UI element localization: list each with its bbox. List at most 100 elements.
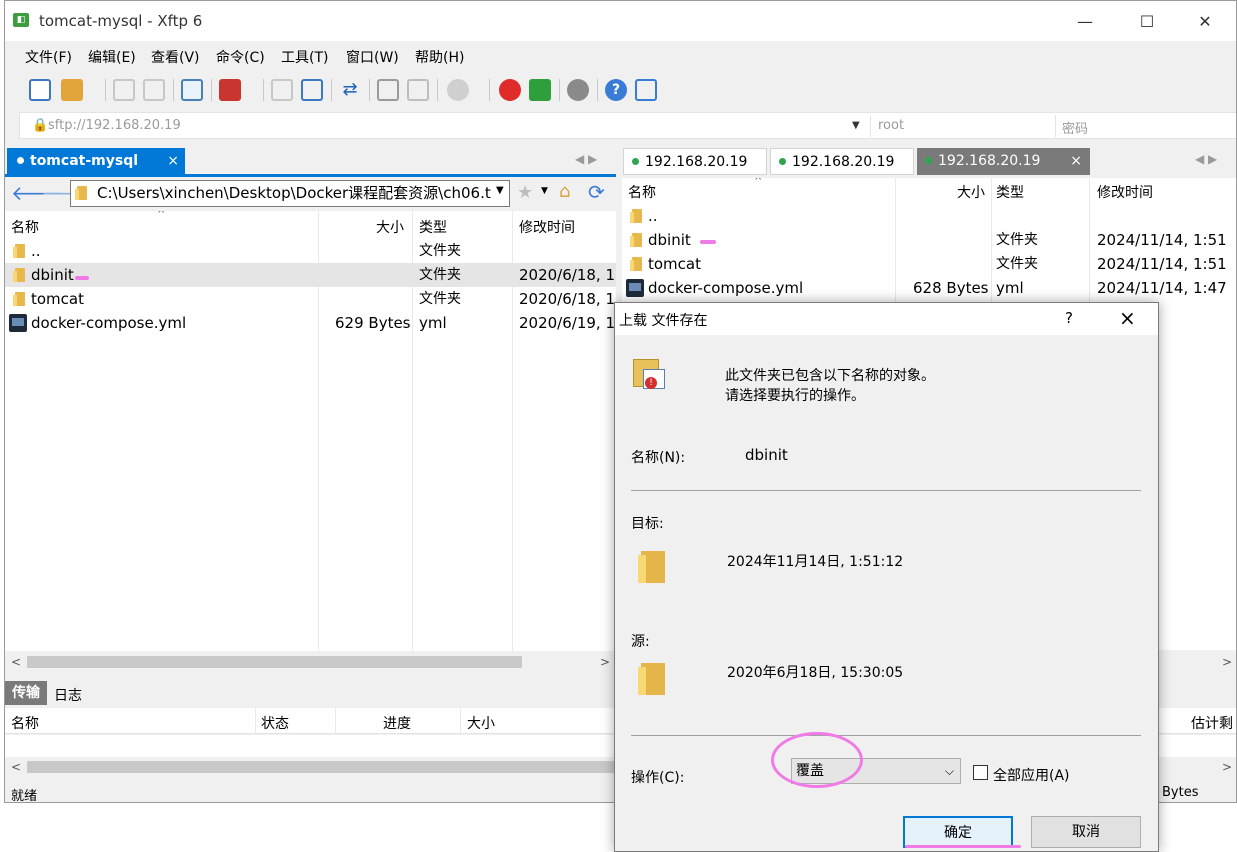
tab-remote-2[interactable]: 192.168.20.19 [770,148,914,175]
divider [631,735,1141,736]
file-type: 文件夹 [419,243,461,259]
scroll-right-icon[interactable]: > [1222,655,1232,669]
col-mtime-header[interactable]: 修改时间 [1097,182,1153,202]
menu-view[interactable]: 查看(V) [151,47,200,67]
xftp-icon[interactable] [529,79,551,101]
table-row[interactable]: dbinit 文件夹 2024/11/14, 1:51 [622,228,1236,252]
cancel-button[interactable]: 取消 [1031,816,1141,848]
tab-transfer[interactable]: 传输 [5,681,47,705]
scroll-left-icon[interactable]: < [11,655,21,669]
tab-scroll-icon[interactable]: ◀ ▶ [1195,152,1217,166]
table-row[interactable]: docker-compose.yml 629 Bytes yml 2020/6/… [5,311,616,335]
host-input[interactable]: sftp://192.168.20.19 [48,118,181,133]
local-path-input[interactable]: C:\Users\xinchen\Desktop\Docker课程配套资源\ch… [70,180,510,207]
tab-remote-3[interactable]: 192.168.20.19 × [917,148,1090,175]
source-folder-icon [638,663,665,695]
download-icon[interactable] [271,79,293,101]
table-row[interactable]: dbinit 文件夹 2020/6/18, 15 [5,263,616,287]
annotation-circle [771,732,863,788]
paste-icon[interactable] [407,79,429,101]
app-icon: ◧ [13,13,29,27]
toolbar: ⇄ ? [5,73,1236,107]
menu-file[interactable]: 文件(F) [25,47,72,67]
scroll-right-icon[interactable]: > [600,655,610,669]
col-name-header[interactable]: 名称 [11,217,39,237]
table-row[interactable]: docker-compose.yml 628 Bytes yml 2024/11… [622,276,1236,300]
chat-icon[interactable] [635,79,657,101]
tab-label: 192.168.20.19 [645,154,748,170]
new-session-icon[interactable] [29,79,51,101]
menu-tools[interactable]: 工具(T) [281,47,328,67]
connect-icon[interactable] [113,79,135,101]
address-bar: 🔒 sftp://192.168.20.19 ▼ root 密码 [19,112,1236,139]
help-icon[interactable]: ? [605,79,627,101]
copy-icon[interactable] [377,79,399,101]
col-mtime-header[interactable]: 修改时间 [519,217,575,237]
folder-icon [630,209,642,223]
source-label: 源: [631,634,650,650]
tab-scroll-icon[interactable]: ◀ ▶ [575,152,597,166]
scroll-thumb[interactable] [27,656,522,668]
target-folder-icon [638,551,665,583]
menu-window[interactable]: 窗口(W) [346,47,399,67]
col-size-header[interactable]: 大小 [376,217,404,237]
local-hscrollbar[interactable]: < > [5,653,616,671]
tab-local-session[interactable]: tomcat-mysql × [7,148,185,175]
annotation-mark [75,276,89,280]
menu-edit[interactable]: 编辑(E) [88,47,136,67]
disconnect-icon[interactable] [143,79,165,101]
close-icon[interactable]: ✕ [1182,9,1228,35]
table-row[interactable]: tomcat 文件夹 2020/6/18, 15 [5,287,616,311]
tab-close-icon[interactable]: × [167,148,179,175]
run-icon[interactable] [219,79,241,101]
col-progress-header[interactable]: 进度 [383,713,411,733]
password-input[interactable]: 密码 [1062,118,1088,137]
upload-icon[interactable] [301,79,323,101]
col-name-header[interactable]: 名称 [11,713,39,733]
col-size-header[interactable]: 大小 [467,713,495,733]
col-type-header[interactable]: 类型 [419,217,447,237]
table-row[interactable]: tomcat 文件夹 2024/11/14, 1:51 [622,252,1236,276]
ok-button[interactable]: 确定 [903,816,1013,848]
apply-all-checkbox[interactable] [973,765,988,780]
host-dropdown-icon[interactable]: ▼ [852,120,860,131]
bookmark-dropdown-icon[interactable]: ▼ [541,186,548,196]
col-size-header[interactable]: 大小 [957,182,985,202]
tab-remote-1[interactable]: 192.168.20.19 [623,148,767,175]
username-input[interactable]: root [878,118,904,133]
path-dropdown-icon[interactable]: ▼ [496,185,504,196]
open-folder-icon[interactable] [61,79,83,101]
maximize-icon[interactable]: ☐ [1124,9,1170,35]
menu-help[interactable]: 帮助(H) [415,47,464,67]
properties-icon[interactable] [181,79,203,101]
minimize-icon[interactable]: — [1062,9,1108,35]
folder-icon [13,268,25,282]
action-label: 操作(C): [631,770,685,786]
table-row[interactable]: .. [622,204,1236,228]
status-dot [779,157,786,165]
apply-all-label[interactable]: 全部应用(A) [993,765,1070,785]
table-row[interactable]: .. 文件夹 [5,239,616,263]
col-name-header[interactable]: 名称 [628,182,656,202]
sync-icon[interactable]: ⇄ [339,79,361,101]
tab-close-icon[interactable]: × [1070,148,1082,175]
settings-icon[interactable] [567,79,589,101]
col-status-header[interactable]: 状态 [261,713,289,733]
scroll-thumb[interactable] [27,761,615,773]
close-icon[interactable]: × [1119,306,1136,330]
col-eta-header[interactable]: 估计剩 [1191,713,1233,733]
refresh-icon[interactable]: ⟳ [588,180,605,204]
bookmark-icon[interactable]: ★ [517,182,533,203]
scroll-left-icon[interactable]: < [11,760,21,774]
col-type-header[interactable]: 类型 [996,182,1024,202]
xshell-icon[interactable] [499,79,521,101]
menu-command[interactable]: 命令(C) [216,47,265,67]
home-icon[interactable]: ⌂ [559,181,570,202]
globe-icon[interactable] [447,79,469,101]
local-file-list: ^ 名称 大小 类型 修改时间 .. 文件夹 dbinit 文件夹 2020/6… [5,211,616,651]
scroll-right-icon[interactable]: > [1222,760,1232,774]
tab-log[interactable]: 日志 [54,685,82,705]
file-size: 629 Bytes [335,314,411,332]
file-mtime: 2020/6/18, 15 [519,290,616,308]
help-icon[interactable]: ? [1065,309,1073,327]
